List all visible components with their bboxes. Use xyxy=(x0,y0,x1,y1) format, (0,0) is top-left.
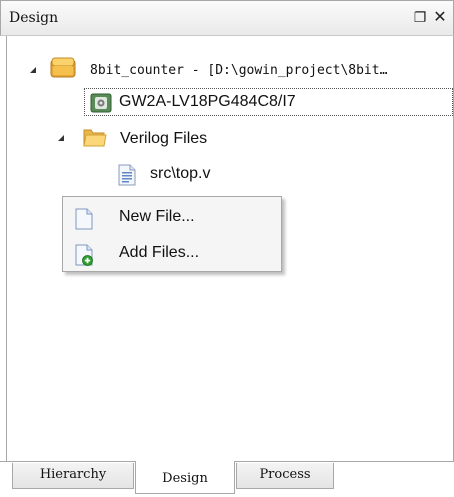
menu-item-add-files[interactable]: Add Files... xyxy=(63,235,281,271)
expand-arrow-icon[interactable] xyxy=(30,67,36,73)
design-panel: Design ❐ ✕ 8bit_counter - [D:\gowin_proj… xyxy=(0,0,454,497)
tree-item-top-v[interactable]: src\top.v xyxy=(116,161,316,187)
file-label: src\top.v xyxy=(150,165,211,182)
context-menu: New File... Add Files... xyxy=(62,196,282,272)
menu-item-label: Add Files... xyxy=(119,244,200,261)
expand-arrow-icon[interactable] xyxy=(58,135,64,141)
tab-design[interactable]: Design xyxy=(135,461,235,494)
tree-item-project[interactable]: 8bit_counter - [D:\gowin_project\8bit… xyxy=(28,58,454,84)
chip-icon xyxy=(90,93,112,113)
tab-hierarchy[interactable]: Hierarchy xyxy=(12,463,134,489)
folder-icon xyxy=(83,129,107,147)
folder-label: Verilog Files xyxy=(120,130,208,147)
verilog-file-icon xyxy=(118,164,136,186)
project-icon xyxy=(50,57,76,78)
tree-item-device[interactable]: GW2A-LV18PG484C8/I7 xyxy=(84,88,453,116)
add-files-icon xyxy=(75,244,93,266)
new-file-icon xyxy=(75,208,93,230)
panel-titlebar: Design ❐ ✕ xyxy=(0,0,454,36)
close-icon[interactable]: ✕ xyxy=(432,8,448,26)
menu-item-label: New File... xyxy=(119,208,195,225)
panel-title: Design xyxy=(9,10,59,26)
bottom-tab-bar: Hierarchy Design Process xyxy=(0,461,454,497)
tab-process[interactable]: Process xyxy=(236,463,334,489)
float-icon[interactable]: ❐ xyxy=(412,9,428,27)
menu-item-new-file[interactable]: New File... xyxy=(63,199,281,235)
device-label: GW2A-LV18PG484C8/I7 xyxy=(119,93,296,110)
project-label: 8bit_counter - [D:\gowin_project\8bit… xyxy=(90,63,388,78)
